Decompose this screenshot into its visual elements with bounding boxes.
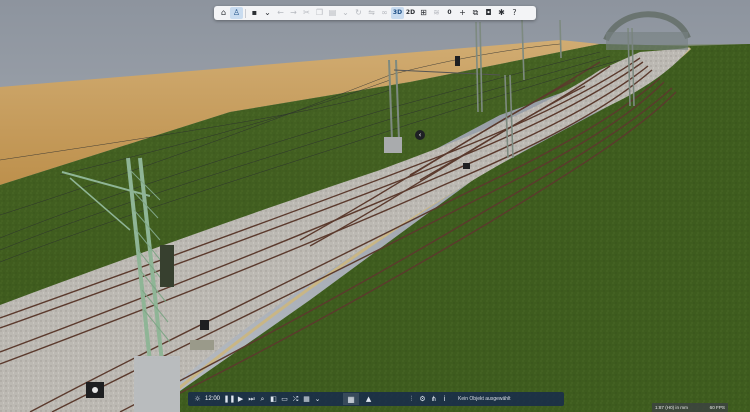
cut-icon[interactable]: ✂ (300, 7, 313, 19)
fast-forward-icon[interactable]: ⏭ (246, 393, 257, 405)
scale-readout: 1:87 (H0) in mm (655, 405, 688, 410)
pause-icon[interactable]: ❚❚ (224, 393, 236, 405)
redo-icon[interactable]: → (287, 7, 300, 19)
windows-icon[interactable]: ⧉ (469, 7, 482, 19)
chevron-down-icon[interactable]: ⌄ (261, 7, 274, 19)
home-icon[interactable]: ⌂ (217, 7, 230, 19)
bottom-control-bar: ☼ 12:00 ❚❚ ▶ ⏭ ⌕ ◧ ▭ ⤮ ▦ ⌄ ▦ ▲ ⫶ ⚙ ⋔ i K… (188, 392, 564, 406)
view-2d-button[interactable]: 2D (404, 7, 417, 19)
back-icon[interactable]: ‹ (415, 130, 425, 140)
person-icon[interactable]: ♙ (230, 7, 243, 19)
clock-time[interactable]: 12:00 (205, 396, 220, 402)
main-toolbar: ⌂ ♙ ▪ ⌄ ← → ✂ ❐ ▤ ⌄ ↻ ⇋ ∞ 3D 2D ⊞ ≋ 0 + … (214, 6, 536, 20)
search-icon[interactable]: ⌕ (257, 393, 268, 405)
play-icon[interactable]: ▶ (235, 393, 246, 405)
catalog-icon[interactable]: ▦ (301, 393, 312, 405)
paste-icon[interactable]: ▤ (326, 7, 339, 19)
scale-fps-status: 1:87 (H0) in mm 60 FPS (652, 403, 728, 412)
camera-icon[interactable]: ◘ (482, 7, 495, 19)
selection-status: Kein Objekt ausgewählt (458, 396, 511, 402)
locomotive-icon[interactable]: ◧ (268, 393, 279, 405)
terrain-icon[interactable]: ▲ (363, 393, 374, 405)
mirror-icon[interactable]: ⇋ (365, 7, 378, 19)
info-icon[interactable]: i (439, 393, 450, 405)
3d-viewport[interactable] (0, 0, 750, 412)
sliders-icon[interactable]: ⫶ (406, 393, 417, 405)
puzzle-icon[interactable]: ✱ (495, 7, 508, 19)
gear-icon[interactable]: ⚙ (417, 393, 428, 405)
count-badge: 0 (447, 9, 452, 16)
layout-icon[interactable]: ▦ (343, 393, 360, 405)
save-icon[interactable]: ▪ (248, 7, 261, 19)
grid-icon[interactable]: ⊞ (417, 7, 430, 19)
layers-icon[interactable]: ≋ (430, 7, 443, 19)
chevron-down-icon[interactable]: ⌄ (339, 7, 352, 19)
train-icon[interactable]: ▭ (279, 393, 290, 405)
add-icon[interactable]: + (456, 7, 469, 19)
undo-icon[interactable]: ← (274, 7, 287, 19)
view-3d-button[interactable]: 3D (391, 7, 404, 19)
network-icon[interactable]: ⋔ (428, 393, 439, 405)
fps-readout: 60 FPS (709, 405, 725, 410)
rotate-icon[interactable]: ↻ (352, 7, 365, 19)
shuffle-icon[interactable]: ⤮ (290, 393, 301, 405)
sun-icon[interactable]: ☼ (192, 393, 203, 405)
chevron-down-icon[interactable]: ⌄ (312, 393, 323, 405)
link-icon[interactable]: ∞ (378, 7, 391, 19)
toolbar-divider (245, 8, 246, 18)
copy-icon[interactable]: ❐ (313, 7, 326, 19)
help-icon[interactable]: ? (508, 7, 521, 19)
